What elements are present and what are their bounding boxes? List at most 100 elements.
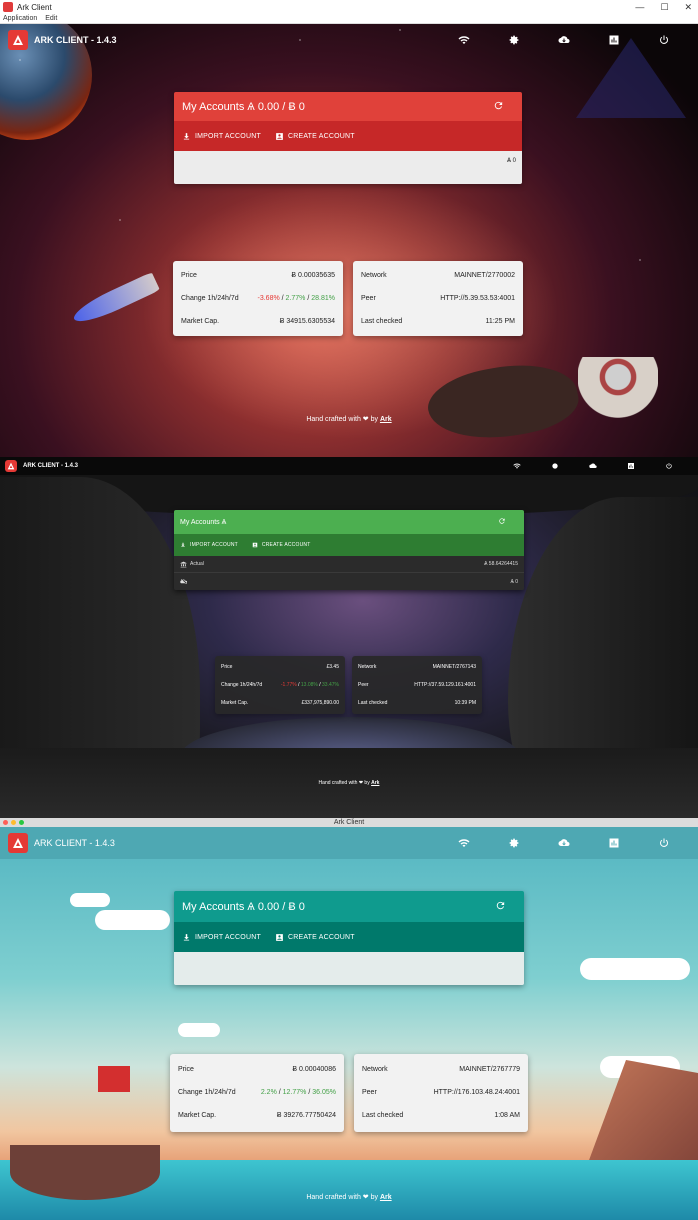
- app-name: ARK CLIENT - 1.4.3: [34, 838, 115, 848]
- footer-text: Hand crafted with ❤ by: [306, 1194, 378, 1201]
- power-icon[interactable]: [657, 836, 671, 850]
- network-label: Network: [361, 272, 387, 279]
- cloud-illustration: [70, 893, 110, 907]
- account-balance: Ѧ 0: [510, 578, 518, 585]
- peer-value: HTTP://176.103.48.24:4001: [433, 1089, 520, 1096]
- cloud-illustration: [178, 1023, 220, 1037]
- price-value: £3.45: [326, 664, 339, 670]
- network-info-card: Network MAINNET/2770002 Peer HTTP://5.39…: [353, 261, 523, 336]
- market-cap-value: Ƀ 34915.6305534: [279, 318, 335, 325]
- account-row[interactable]: Actual Ѧ 58.64264415: [174, 556, 524, 573]
- menu-edit[interactable]: Edit: [45, 15, 57, 22]
- refresh-icon[interactable]: [493, 100, 504, 114]
- peer-label: Peer: [362, 1089, 377, 1096]
- market-info-card: Price £3.45 Change 1h/24h/7d -1.77% / 13…: [215, 656, 345, 714]
- footer: Hand crafted with ❤ by Ark: [0, 415, 698, 423]
- cloud-download-icon[interactable]: [557, 33, 571, 47]
- close-button[interactable]: ✕: [684, 2, 692, 13]
- price-label: Price: [181, 272, 197, 279]
- footer-text: Hand crafted with ❤ by: [306, 416, 378, 423]
- market-info-card: Price Ƀ 0.00040086 Change 1h/24h/7d 2.2%…: [170, 1054, 344, 1132]
- chart-icon[interactable]: [607, 33, 621, 47]
- last-checked-label: Last checked: [358, 700, 388, 706]
- cloud-illustration: [580, 958, 690, 980]
- change-label: Change 1h/24h/7d: [178, 1089, 236, 1096]
- last-checked-value: 11:25 PM: [485, 318, 515, 325]
- import-account-button[interactable]: IMPORT ACCOUNT: [182, 933, 261, 942]
- market-info-card: Price Ƀ 0.00035635 Change 1h/24h/7d -3.6…: [173, 261, 343, 336]
- create-account-label: CREATE ACCOUNT: [287, 933, 355, 941]
- peer-row: Peer HTTP://5.39.53.53:4001: [361, 295, 515, 302]
- power-icon[interactable]: [657, 33, 671, 47]
- account-box-icon: [276, 132, 283, 140]
- price-label: Price: [178, 1066, 194, 1073]
- maximize-button[interactable]: ☐: [660, 2, 668, 13]
- accounts-card-header: My Accounts Ѧ 0.00 / Ƀ 0: [174, 92, 522, 121]
- last-checked-label: Last checked: [362, 1112, 404, 1119]
- download-icon: [181, 542, 185, 547]
- market-cap-label: Market Cap.: [181, 318, 220, 325]
- ocean-theme-window: Ark Client ARK CLIENT - 1.4.3 My Account…: [0, 818, 698, 1220]
- peer-value: HTTP://5.39.53.53:4001: [440, 295, 515, 302]
- price-row: Price Ƀ 0.00035635: [181, 272, 335, 279]
- refresh-icon[interactable]: [495, 900, 506, 914]
- ark-link[interactable]: Ark: [380, 416, 392, 423]
- menu-bar: Application Edit: [0, 14, 698, 24]
- wifi-icon[interactable]: [510, 459, 524, 473]
- change-1h: -3.68%: [257, 295, 280, 302]
- minimize-button[interactable]: —: [635, 2, 644, 12]
- network-label: Network: [358, 664, 377, 670]
- price-label: Price: [221, 664, 233, 670]
- download-icon: [183, 933, 190, 940]
- account-name: Actual: [190, 561, 204, 567]
- market-cap-label: Market Cap.: [178, 1112, 217, 1119]
- market-cap-row: Market Cap. Ƀ 34915.6305534: [181, 318, 335, 325]
- ark-boat-illustration: [10, 1145, 160, 1200]
- window-title: Ark Client: [333, 819, 365, 826]
- download-icon: [183, 132, 190, 139]
- account-row[interactable]: Ѧ 0: [174, 573, 524, 590]
- account-balance: Ѧ 0: [506, 158, 516, 164]
- create-account-button[interactable]: CREATE ACCOUNT: [275, 132, 355, 141]
- menu-application[interactable]: Application: [3, 15, 37, 22]
- market-cap-row: Market Cap. £337,975,890.00: [221, 700, 339, 706]
- app-name: ARK CLIENT - 1.4.3: [23, 463, 79, 469]
- cloud-download-icon[interactable]: [586, 459, 600, 473]
- create-account-button[interactable]: CREATE ACCOUNT: [252, 542, 311, 548]
- import-account-button[interactable]: IMPORT ACCOUNT: [182, 132, 261, 141]
- refresh-icon[interactable]: [498, 516, 506, 528]
- accounts-card: My Accounts Ѧ 0.00 / Ƀ 0 IMPORT ACCOUNT …: [174, 891, 524, 985]
- accounts-actions-bar: IMPORT ACCOUNT CREATE ACCOUNT: [174, 121, 522, 151]
- peer-label: Peer: [361, 295, 376, 302]
- import-account-button[interactable]: IMPORT ACCOUNT: [180, 542, 238, 548]
- cloud-off-icon: [180, 579, 187, 584]
- power-icon[interactable]: [662, 459, 676, 473]
- last-checked-value: 10:39 PM: [454, 700, 476, 706]
- change-row: Change 1h/24h/7d -3.68% / 2.77% / 28.81%: [181, 295, 335, 302]
- ark-link[interactable]: Ark: [380, 1194, 392, 1201]
- change-24h: 13.08%: [300, 682, 318, 688]
- account-row[interactable]: Ѧ 0: [174, 151, 522, 171]
- cloud-download-icon[interactable]: [557, 836, 571, 850]
- create-account-button[interactable]: CREATE ACCOUNT: [275, 933, 355, 942]
- market-cap-value: Ƀ 39276.77750424: [276, 1112, 336, 1119]
- change-1h: 2.2%: [260, 1089, 277, 1096]
- chart-icon[interactable]: [624, 459, 638, 473]
- market-cap-value: £337,975,890.00: [301, 700, 339, 706]
- change-24h: 12.77%: [282, 1089, 307, 1096]
- wifi-icon[interactable]: [457, 836, 471, 850]
- chart-icon[interactable]: [607, 836, 621, 850]
- last-checked-label: Last checked: [361, 318, 403, 325]
- ark-flag-illustration: [98, 1066, 130, 1092]
- ark-link[interactable]: Ark: [371, 780, 379, 786]
- footer: Hand crafted with ❤ by Ark: [0, 780, 698, 786]
- gear-icon[interactable]: [548, 459, 562, 473]
- network-label: Network: [362, 1066, 388, 1073]
- import-account-label: IMPORT ACCOUNT: [195, 132, 261, 140]
- wifi-icon[interactable]: [457, 33, 471, 47]
- gear-icon[interactable]: [507, 33, 521, 47]
- gear-icon[interactable]: [507, 836, 521, 850]
- market-cap-row: Market Cap. Ƀ 39276.77750424: [178, 1112, 336, 1119]
- network-info-card: Network MAINNET/2767143 Peer HTTP://37.5…: [352, 656, 482, 714]
- window-titlebar: Ark Client: [0, 818, 698, 827]
